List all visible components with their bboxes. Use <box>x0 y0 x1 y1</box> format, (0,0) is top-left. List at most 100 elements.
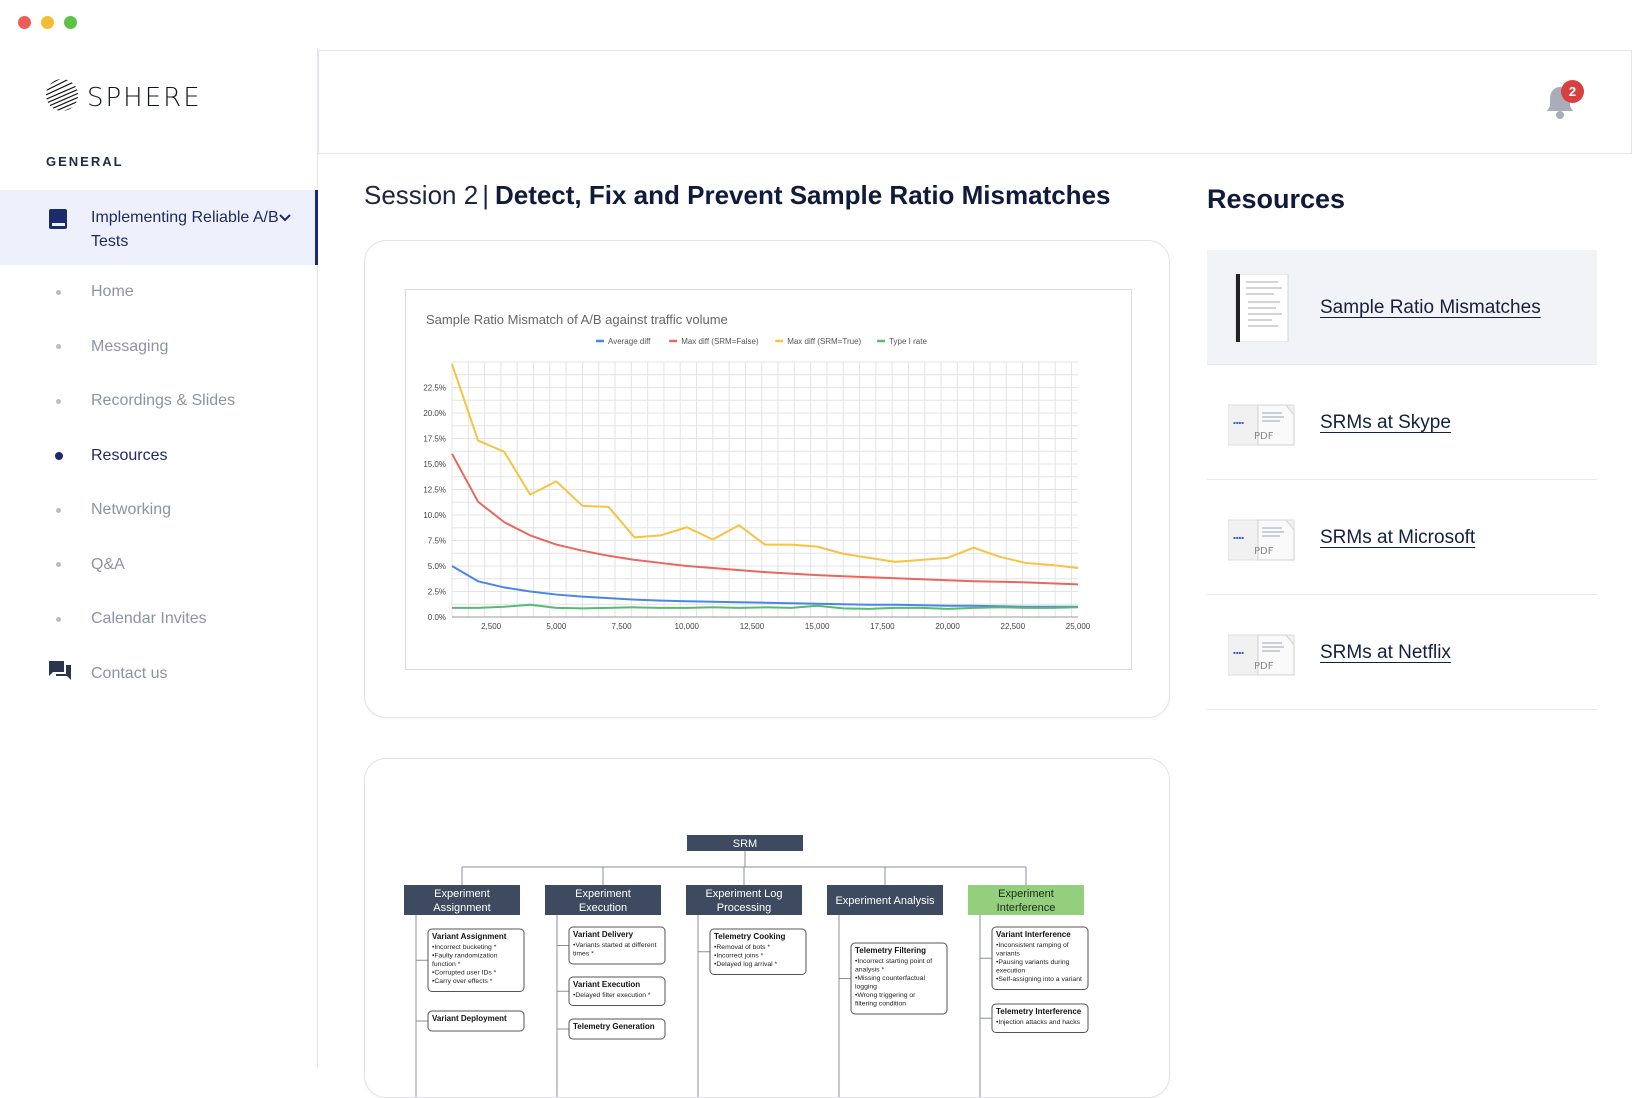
brand[interactable]: SPHERE <box>45 78 202 117</box>
session-label: Session 2 <box>364 180 479 210</box>
sidebar-item-label: Calendar Invites <box>91 610 207 628</box>
diagram-cause-heading: Variant Delivery <box>573 930 634 939</box>
series-line <box>451 363 1079 570</box>
sidebar-item-label: Recordings & Slides <box>91 392 236 410</box>
diagram-cause-box: Variant Execution •Delayed filter executi… <box>568 976 666 1006</box>
diagram-cause-heading: Variant Deployment <box>432 1014 507 1023</box>
sidebar-item-label: Resources <box>91 446 168 464</box>
bullet-icon <box>56 344 61 350</box>
sidebar-item-recordings[interactable]: Recordings & Slides <box>0 374 318 429</box>
resource-item[interactable]: ▪▪▪▪ PDF SRMs at Microsoft <box>1207 480 1597 595</box>
resource-link[interactable]: SRMs at Skype <box>1320 365 1451 480</box>
y-tick-label: 22.5% <box>423 384 446 393</box>
session-title: Detect, Fix and Prevent Sample Ratio Mis… <box>494 180 1111 210</box>
diagram-cause-line: •Injection attacks and hacks <box>996 1019 1081 1026</box>
x-tick-label: 25,000 <box>1066 622 1091 631</box>
pdf-thumbnail-icon: ▪▪▪▪ PDF <box>1227 504 1298 572</box>
diagram-cause-line: •Inconsistent ramping of <box>996 942 1069 949</box>
pdf-thumbnail-icon: ▪▪▪▪ PDF <box>1227 389 1298 457</box>
maximize-window-button[interactable] <box>64 16 77 29</box>
diagram-cause-line: execution <box>996 968 1025 975</box>
top-bar <box>318 50 1632 154</box>
diagram-cause-box: Telemetry Interference •Injection attacks… <box>991 1003 1089 1033</box>
close-window-button[interactable] <box>18 16 31 29</box>
bullet-icon <box>56 289 61 295</box>
resource-link[interactable]: Sample Ratio Mismatches <box>1320 250 1541 365</box>
sidebar-nav: Home Messaging Recordings & Slides Resou… <box>0 265 318 701</box>
resource-link[interactable]: SRMs at Microsoft <box>1320 480 1475 595</box>
y-tick-label: 5.0% <box>428 562 446 571</box>
diagram-category-label: Experiment Analysis <box>835 895 935 907</box>
x-tick-label: 15,000 <box>805 622 830 631</box>
diagram-cause-line: •Corrupted user IDs * <box>432 970 497 977</box>
bullet-icon <box>56 507 61 513</box>
sidebar-item-qa[interactable]: Q&A <box>0 538 318 593</box>
chevron-down-icon[interactable] <box>278 210 292 228</box>
diagram-cause-box: Telemetry Generation <box>568 1018 666 1040</box>
diagram-cause-line: variants <box>996 951 1020 958</box>
sidebar-item-contact-us[interactable]: Contact us <box>0 647 318 702</box>
sidebar-item-label: Messaging <box>91 337 169 355</box>
resources-heading: Resources <box>1207 184 1346 214</box>
bullet-icon <box>55 451 63 460</box>
chart-card: Sample Ratio Mismatch of A/B against tra… <box>364 240 1170 718</box>
diagram-category: Experiment Assignment <box>404 885 520 915</box>
sidebar-item-calendar-invites[interactable]: Calendar Invites <box>0 592 318 647</box>
legend-item: Max diff (SRM=True) <box>775 337 862 346</box>
diagram-cause-line: •Missing counterfactual <box>855 975 925 982</box>
x-tick-label: 12,500 <box>740 622 765 631</box>
sidebar: SPHERE GENERAL Implementing Reliable A/B… <box>0 48 318 1067</box>
x-tick-label: 20,000 <box>935 622 960 631</box>
diagram-cause-heading: Telemetry Interference <box>996 1007 1082 1016</box>
bullet-icon <box>56 398 61 404</box>
diagram-cause-box: Telemetry Cooking •Removal of bots * •Inco… <box>709 928 807 975</box>
diagram-cause-heading: Variant Execution <box>573 980 640 989</box>
svg-text:▪▪▪▪: ▪▪▪▪ <box>1233 535 1244 540</box>
diagram-cause-line: •Removal of bots * <box>714 944 770 951</box>
diagram-category: Experiment Analysis <box>827 885 943 915</box>
x-tick-label: 5,000 <box>546 622 567 631</box>
legend-label: Type I rate <box>889 337 927 346</box>
diagram-cause-line: filtering condition <box>855 1001 906 1008</box>
course-group-toggle[interactable]: Implementing Reliable A/B Tests <box>0 190 318 265</box>
resource-item[interactable]: ▪▪▪▪ PDF SRMs at Netflix <box>1207 595 1597 710</box>
sidebar-item-messaging[interactable]: Messaging <box>0 320 318 375</box>
diagram-cause-box: Variant Assignment •Incorrect bucketing *… <box>427 928 525 992</box>
resource-item[interactable]: Sample Ratio Mismatches <box>1207 250 1597 365</box>
minimize-window-button[interactable] <box>41 16 54 29</box>
diagram-cause-box: Variant Interference •Inconsistent rampin… <box>991 926 1089 990</box>
legend-label: Max diff (SRM=False) <box>681 337 759 346</box>
section-label-general: GENERAL <box>46 154 124 169</box>
sidebar-item-resources[interactable]: Resources <box>0 429 318 484</box>
sidebar-item-home[interactable]: Home <box>0 265 318 320</box>
diagram-root-node: SRM <box>687 835 803 851</box>
svg-text:▪▪▪▪: ▪▪▪▪ <box>1233 650 1244 655</box>
diagram-cause-heading: Variant Assignment <box>432 932 507 941</box>
diagram-cause-line: function * <box>432 961 461 968</box>
diagram-cause-line: •Incorrect joins * <box>714 953 764 960</box>
legend-label: Average diff <box>608 337 651 346</box>
diagram-cause-box: Variant Deployment <box>427 1010 525 1032</box>
diagram-cause-line: •Variants started at different <box>573 942 656 949</box>
x-tick-label: 22,500 <box>1001 622 1026 631</box>
resource-link[interactable]: SRMs at Netflix <box>1320 595 1451 710</box>
srm-diagram: SRM Experiment Assignment Variant Assignmen… <box>404 835 1089 1097</box>
y-tick-label: 0.0% <box>428 613 446 622</box>
diagram-cause-line: •Delayed log arrival * <box>714 961 778 968</box>
diagram-category: Experiment Interference <box>968 885 1084 915</box>
diagram-cause-line: •Faulty randomization <box>432 953 498 960</box>
window-controls <box>18 16 77 29</box>
diagram-cause-heading: Variant Interference <box>996 930 1071 939</box>
resources-list: Sample Ratio Mismatches ▪▪▪▪ PDF SRMs at… <box>1207 250 1597 710</box>
sidebar-item-label: Q&A <box>91 555 125 573</box>
diagram-category: Experiment Log Processing <box>686 885 802 915</box>
resource-item[interactable]: ▪▪▪▪ PDF SRMs at Skype <box>1207 365 1597 480</box>
sidebar-item-networking[interactable]: Networking <box>0 483 318 538</box>
legend-label: Max diff (SRM=True) <box>787 337 861 346</box>
title-separator: | <box>482 180 489 210</box>
diagram-cause-line: •Incorrect bucketing * <box>432 944 497 951</box>
x-tick-label: 2,500 <box>481 622 502 631</box>
bullet-icon <box>56 562 61 568</box>
pdf-label: PDF <box>1254 431 1274 442</box>
series-line <box>451 453 1079 586</box>
